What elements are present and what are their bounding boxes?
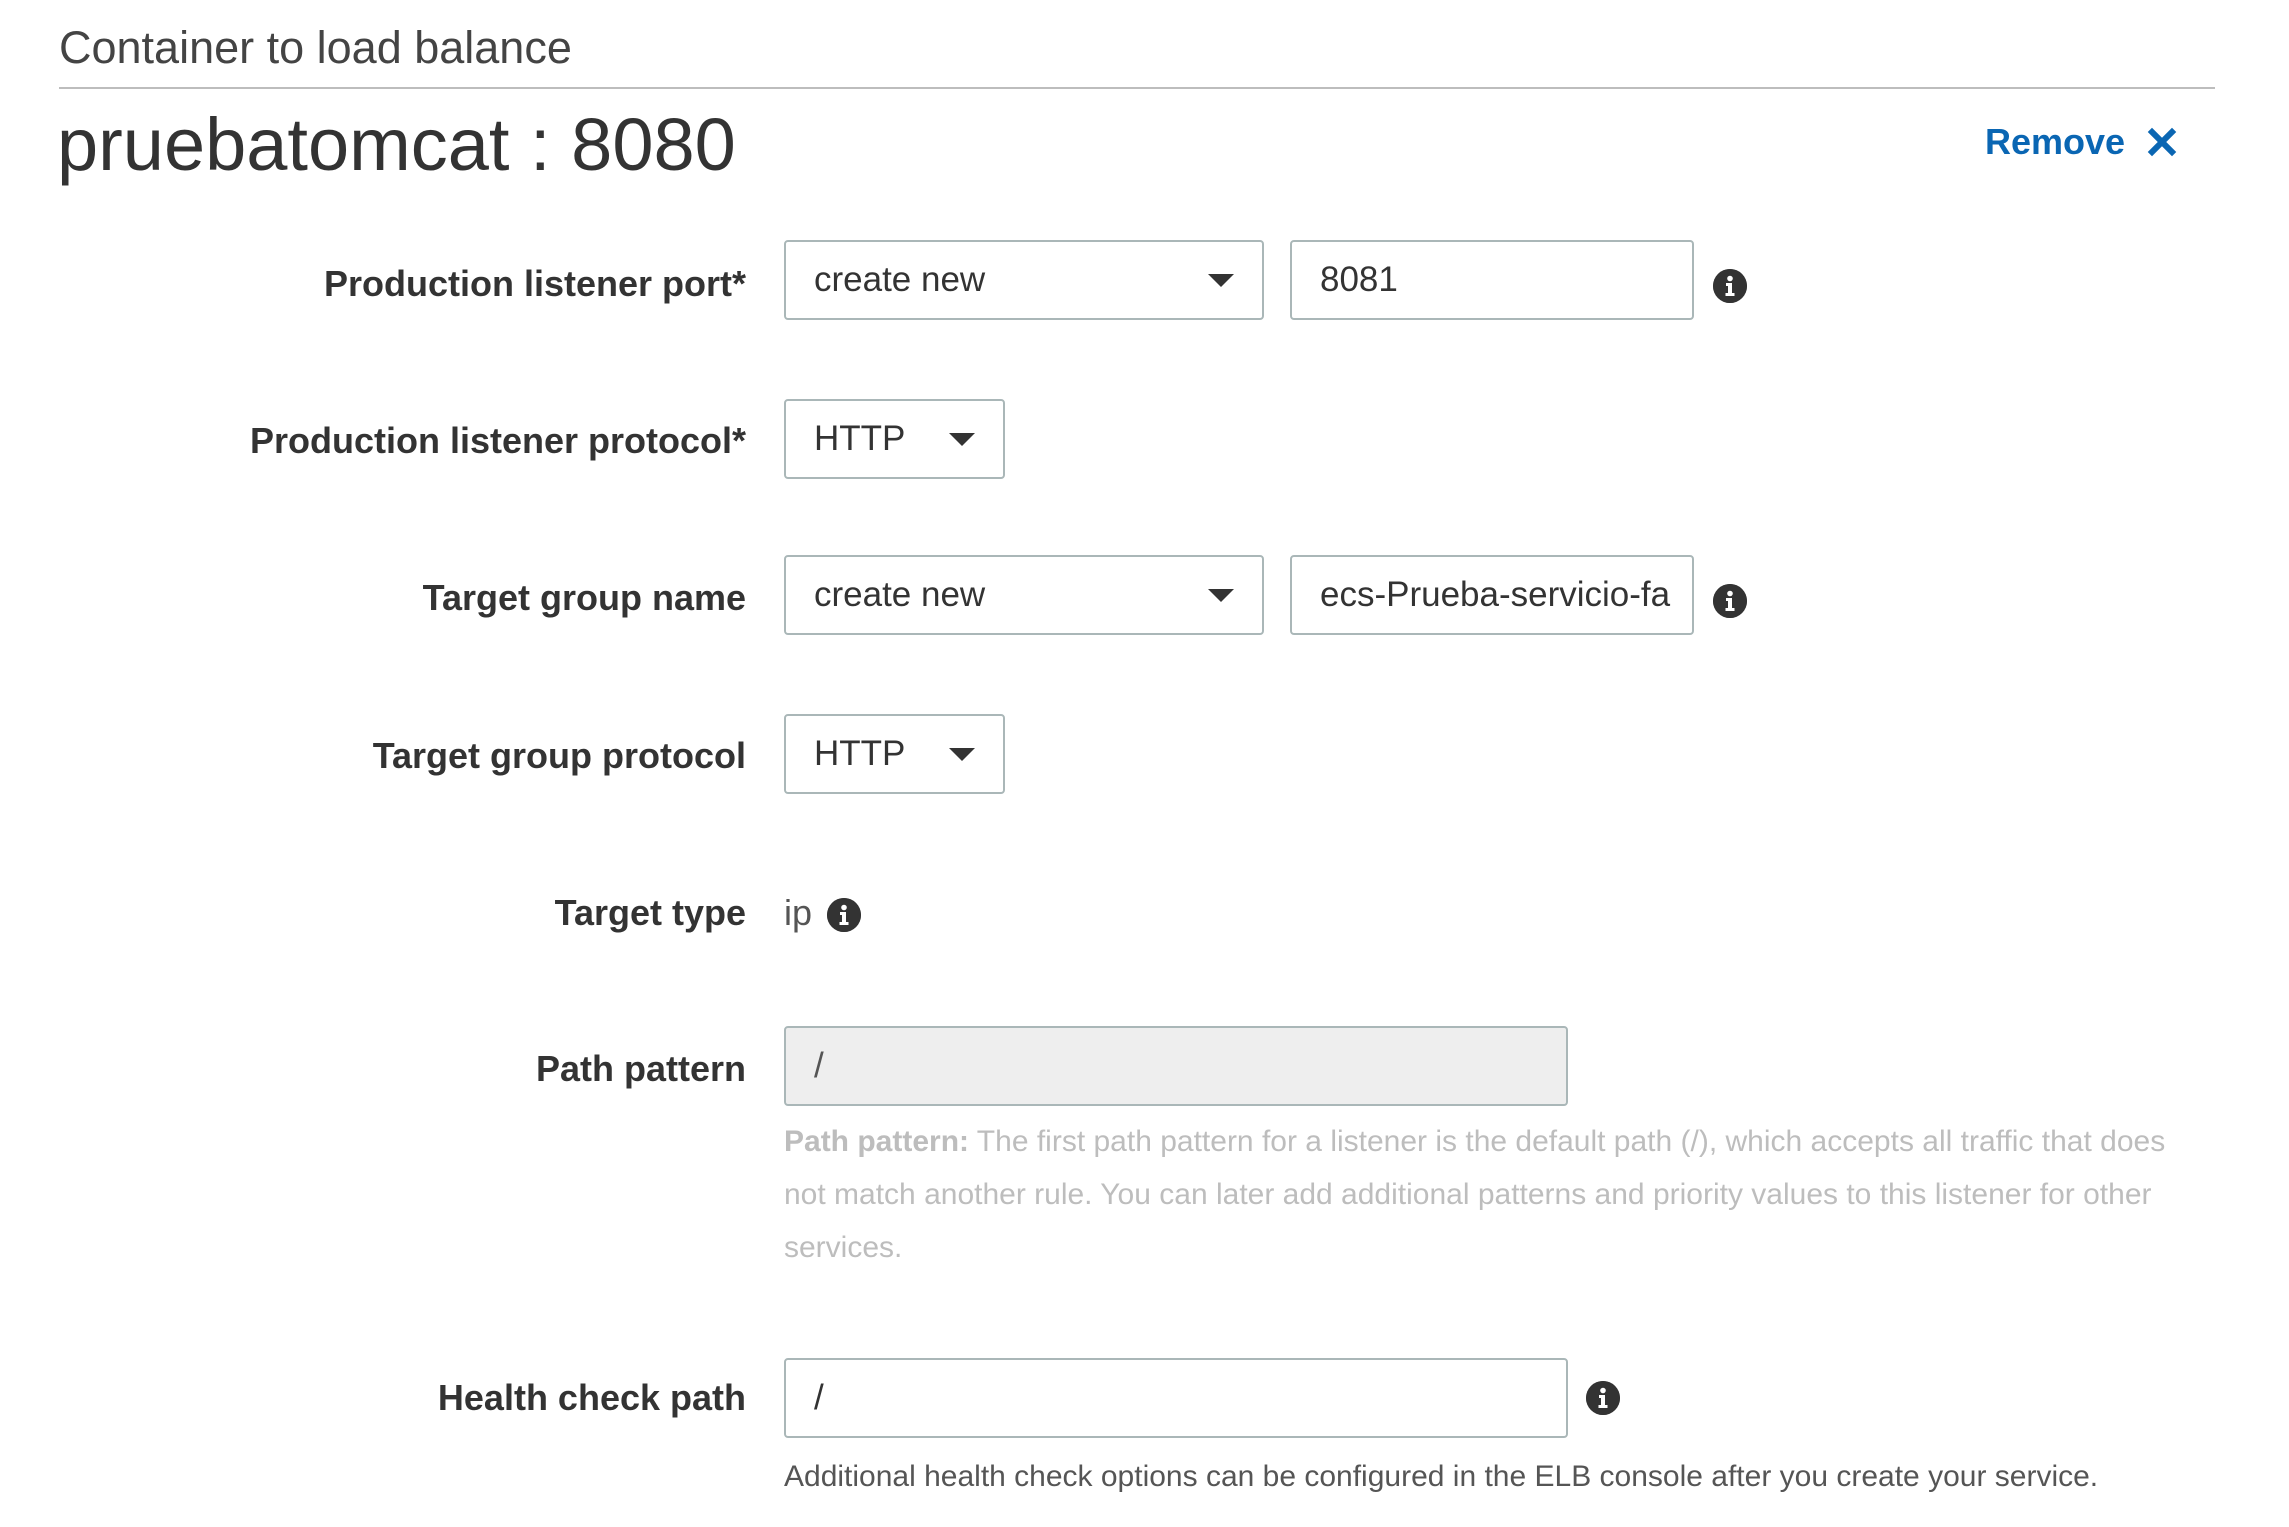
path-pattern-help-body: The first path pattern for a listener is… bbox=[784, 1125, 2166, 1264]
target-type-label: Target type bbox=[554, 892, 746, 933]
target-type-value: ip bbox=[784, 892, 813, 933]
production-listener-protocol-select[interactable]: HTTP bbox=[784, 399, 1005, 479]
container-name: pruebatomcat : 8080 bbox=[57, 103, 736, 186]
production-listener-port-label: Production listener port* bbox=[323, 263, 746, 304]
production-listener-port-select[interactable]: create new bbox=[784, 240, 1264, 320]
info-icon[interactable] bbox=[1713, 584, 1747, 618]
chevron-down-icon bbox=[949, 432, 975, 446]
production-listener-protocol-value: HTTP bbox=[814, 419, 906, 458]
health-check-path-input[interactable]: / bbox=[784, 1358, 1568, 1438]
chevron-down-icon bbox=[1208, 273, 1234, 287]
info-icon[interactable] bbox=[1713, 269, 1747, 303]
path-pattern-value: / bbox=[814, 1046, 824, 1085]
remove-link[interactable]: Remove bbox=[1985, 115, 2177, 169]
target-group-name-select-value: create new bbox=[814, 575, 986, 614]
health-check-path-label: Health check path bbox=[437, 1377, 746, 1418]
path-pattern-help-text: Path pattern: The first path pattern for… bbox=[784, 1115, 2184, 1274]
chevron-down-icon bbox=[949, 747, 975, 761]
chevron-down-icon bbox=[1208, 588, 1234, 602]
target-group-name-select[interactable]: create new bbox=[784, 555, 1264, 635]
path-pattern-help-title: Path pattern: bbox=[784, 1125, 970, 1158]
target-group-protocol-value: HTTP bbox=[814, 734, 906, 773]
info-icon[interactable] bbox=[827, 898, 861, 932]
production-listener-protocol-label: Production listener protocol* bbox=[249, 420, 746, 461]
health-check-note: Additional health check options can be c… bbox=[784, 1460, 2099, 1493]
target-group-name-label: Target group name bbox=[422, 577, 746, 618]
target-group-protocol-label: Target group protocol bbox=[372, 735, 746, 776]
close-x-icon bbox=[2147, 127, 2177, 157]
info-icon[interactable] bbox=[1586, 1381, 1620, 1415]
production-listener-port-select-value: create new bbox=[814, 260, 986, 299]
target-group-protocol-select[interactable]: HTTP bbox=[784, 714, 1005, 794]
section-divider bbox=[59, 87, 2215, 89]
remove-label: Remove bbox=[1985, 121, 2126, 162]
path-pattern-label: Path pattern bbox=[535, 1048, 746, 1089]
health-check-path-value: / bbox=[814, 1378, 824, 1417]
production-listener-port-input-value: 8081 bbox=[1320, 260, 1398, 299]
path-pattern-input: / bbox=[784, 1026, 1568, 1106]
target-group-name-input-value: ecs-Prueba-servicio-fa bbox=[1320, 575, 1671, 614]
production-listener-port-input[interactable]: 8081 bbox=[1290, 240, 1694, 320]
section-title: Container to load balance bbox=[59, 22, 572, 73]
target-group-name-input[interactable]: ecs-Prueba-servicio-fa bbox=[1290, 555, 1694, 635]
